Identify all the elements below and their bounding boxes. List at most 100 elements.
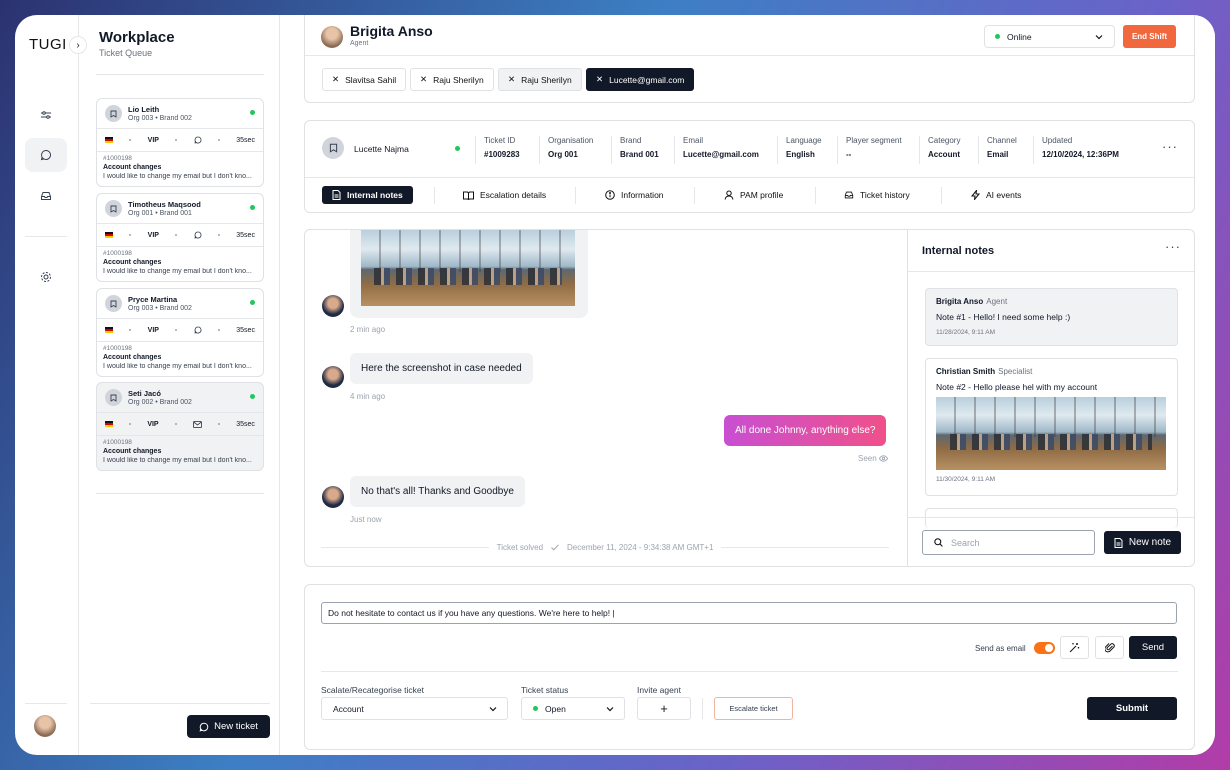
message-input[interactable]: Do not hesitate to contact us if you hav… xyxy=(321,602,1177,624)
flag-icon xyxy=(105,421,113,427)
notes-title: Internal notes xyxy=(922,245,995,257)
close-icon[interactable]: ✕ xyxy=(596,74,603,85)
ticket-card[interactable]: Pryce Martina Org 003 • Brand 002 VIP 35s… xyxy=(96,288,264,377)
invite-agent-button[interactable]: + xyxy=(637,697,691,720)
customer-name: Lucette Najma xyxy=(354,144,409,154)
escalate-ticket-button[interactable]: Escalate ticket xyxy=(714,697,793,720)
customer-avatar-icon xyxy=(322,137,344,159)
ticket-status-dropdown[interactable]: Open xyxy=(521,697,625,720)
info-icon xyxy=(605,190,615,200)
main-area: Brigita Anso Agent Online End Shift ✕ Sla… xyxy=(281,15,1215,755)
ticket-card[interactable]: Lio Leith Org 003 • Brand 002 VIP 35sec #… xyxy=(96,98,264,187)
agent-message-bubble: All done Johnny, anything else? xyxy=(724,415,887,446)
tab-escalation-details[interactable]: Escalation details xyxy=(453,186,556,204)
submit-button[interactable]: Submit xyxy=(1087,697,1177,720)
agent-avatar xyxy=(321,26,343,48)
new-note-button[interactable]: New note xyxy=(1104,531,1181,554)
ticket-customer-name: Pryce Martina xyxy=(128,295,178,304)
icon-rail: TUGI › xyxy=(15,15,87,755)
ticket-status-label: Ticket status xyxy=(521,685,569,695)
chat-channel-icon xyxy=(194,231,201,239)
note-attachment-photo[interactable] xyxy=(936,397,1166,470)
attach-button[interactable] xyxy=(1095,636,1124,659)
chat-channel-icon xyxy=(194,136,201,144)
tab-ticket-history[interactable]: Ticket history xyxy=(834,186,920,204)
customer-avatar-icon xyxy=(105,389,122,406)
ticket-tab[interactable]: ✕ Raju Sherilyn xyxy=(498,68,582,91)
settings-icon[interactable] xyxy=(25,260,67,294)
inbox-icon[interactable] xyxy=(25,179,67,213)
message-bubble: Here the screenshot in case needed xyxy=(350,353,533,384)
search-icon xyxy=(934,538,943,547)
send-button[interactable]: Send xyxy=(1129,636,1177,659)
ticket-id: #1000198 xyxy=(103,155,132,162)
online-indicator xyxy=(250,394,255,399)
queue-title: Workplace xyxy=(99,29,175,46)
expand-rail-icon[interactable]: › xyxy=(69,36,87,54)
ticket-tab[interactable]: ✕ Slavitsa Sahil xyxy=(322,68,407,91)
more-options-icon[interactable]: ··· xyxy=(1165,239,1181,254)
note-time: 11/28/2024, 9:11 AM xyxy=(936,329,996,336)
ticket-card-selected[interactable]: Seti Jacó Org 002 • Brand 002 VIP 35sec #… xyxy=(96,382,264,471)
ticket-tab[interactable]: ✕ Raju Sherilyn xyxy=(410,68,494,91)
ticket-customer-name: Lio Leith xyxy=(128,105,160,114)
message-bubble: No that's all! Thanks and Goodbye xyxy=(350,476,525,507)
message-time: 2 min ago xyxy=(350,325,386,334)
online-indicator xyxy=(250,205,255,210)
chat-icon[interactable] xyxy=(25,138,67,172)
category-dropdown[interactable]: Account xyxy=(321,697,508,720)
status-dropdown[interactable]: Online xyxy=(984,25,1115,48)
message-time: Just now xyxy=(350,515,382,524)
queue-subtitle: Ticket Queue xyxy=(99,48,153,58)
ticket-preview: I would like to change my email but I do… xyxy=(103,173,252,180)
wait-time: 35sec xyxy=(236,420,255,428)
reply-composer: Do not hesitate to contact us if you hav… xyxy=(304,584,1195,750)
chat-plus-icon xyxy=(199,722,209,731)
ticket-solved-divider: Ticket solved December 11, 2024 - 9:34:3… xyxy=(321,543,890,552)
tab-pam-profile[interactable]: PAM profile xyxy=(714,186,793,204)
note-card[interactable]: Brigita Anso Agent Note #1 - Hello! I nee… xyxy=(925,288,1178,346)
invite-agent-label: Invite agent xyxy=(637,685,681,695)
new-ticket-button[interactable]: New ticket xyxy=(187,715,270,738)
tab-information[interactable]: Information xyxy=(595,186,674,204)
note-author: Brigita Anso Agent xyxy=(936,297,1008,306)
customer-avatar xyxy=(322,486,344,508)
close-icon[interactable]: ✕ xyxy=(332,74,339,85)
meeting-photo[interactable] xyxy=(361,230,575,306)
more-options-icon[interactable]: ··· xyxy=(1162,139,1178,154)
agent-role: Agent xyxy=(350,40,369,47)
user-avatar[interactable] xyxy=(34,715,56,737)
ticket-info-panel: Lucette Najma Ticket ID #1009283 Organisa… xyxy=(304,120,1195,213)
ticket-id: #1000198 xyxy=(103,345,132,352)
field-language: Language English xyxy=(777,136,822,164)
send-as-email-toggle[interactable] xyxy=(1034,642,1055,654)
ticket-org: Org 001 • Brand 001 xyxy=(128,210,192,217)
close-icon[interactable]: ✕ xyxy=(508,74,515,85)
ticket-org: Org 003 • Brand 002 xyxy=(128,305,192,312)
ticket-tab-active[interactable]: ✕ Lucette@gmail.com xyxy=(586,68,695,91)
note-card[interactable]: Christian Smith Specialist Note #2 - Hell… xyxy=(925,358,1178,496)
ticket-preview: I would like to change my email but I do… xyxy=(103,268,252,275)
app-logo: TUGI xyxy=(29,36,67,53)
ticket-org: Org 003 • Brand 002 xyxy=(128,115,192,122)
document-icon xyxy=(1114,537,1123,548)
tab-ai-events[interactable]: AI events xyxy=(961,186,1031,204)
status-value: Online xyxy=(1007,31,1032,42)
field-brand: Brand Brand 001 xyxy=(611,136,659,164)
eye-icon xyxy=(878,455,888,462)
notes-search-input[interactable]: Search xyxy=(922,530,1095,555)
tab-internal-notes[interactable]: Internal notes xyxy=(322,186,413,204)
note-card[interactable] xyxy=(925,508,1178,528)
ticket-id: #1000198 xyxy=(103,439,132,446)
magic-wand-button[interactable] xyxy=(1060,636,1089,659)
customer-avatar-icon xyxy=(105,200,122,217)
close-icon[interactable]: ✕ xyxy=(420,74,427,85)
filters-icon[interactable] xyxy=(25,98,67,132)
vip-badge: VIP xyxy=(147,136,159,144)
end-shift-button[interactable]: End Shift xyxy=(1123,25,1176,48)
customer-avatar-icon xyxy=(105,105,122,122)
ticket-card[interactable]: Timotheus Maqsood Org 001 • Brand 001 VI… xyxy=(96,193,264,282)
ticket-id: #1000198 xyxy=(103,250,132,257)
ticket-queue-panel: Workplace Ticket Queue Lio Leith Org 003… xyxy=(79,15,280,755)
customer-avatar-icon xyxy=(105,295,122,312)
